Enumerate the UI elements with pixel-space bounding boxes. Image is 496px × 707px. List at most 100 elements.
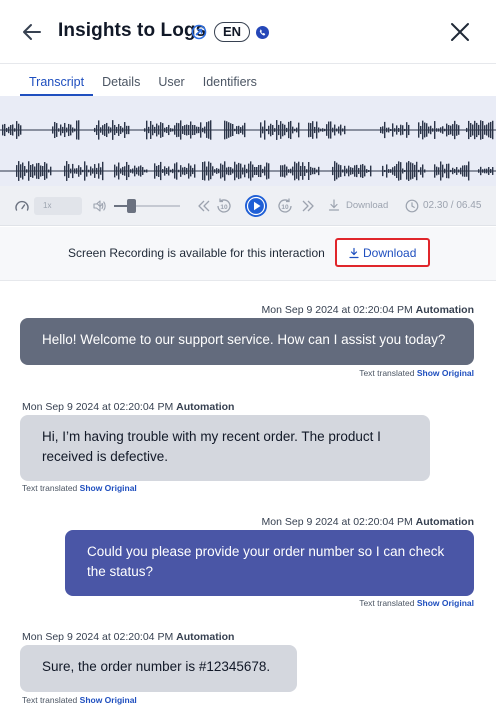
waveform-bar xyxy=(224,161,226,181)
waveform-bar xyxy=(46,163,48,179)
volume-slider-track[interactable] xyxy=(114,205,180,207)
waveform-bar xyxy=(488,167,490,175)
waveform-bar xyxy=(478,169,480,173)
forward-10-icon[interactable]: 10 xyxy=(275,196,295,216)
show-original-link[interactable]: Show Original xyxy=(80,695,137,705)
waveform-bar xyxy=(482,121,484,139)
skip-back-chevrons-icon[interactable] xyxy=(196,198,212,214)
waveform-bar xyxy=(262,126,264,134)
waveform-bar xyxy=(210,162,212,180)
waveform-bar xyxy=(66,127,68,133)
waveform-bar xyxy=(196,126,198,134)
waveform-bar xyxy=(162,169,164,173)
tab-identifiers[interactable]: Identifiers xyxy=(194,68,266,96)
waveform-bar xyxy=(320,128,322,132)
waveform-bar xyxy=(18,123,20,137)
waveform-bar xyxy=(138,166,140,176)
waveform-bar xyxy=(42,166,44,176)
waveform-bar xyxy=(198,126,200,134)
waveform-bar xyxy=(74,128,76,132)
waveform-bar xyxy=(450,125,452,135)
waveform-bar xyxy=(468,161,470,181)
close-icon[interactable] xyxy=(448,20,472,44)
waveform-bar xyxy=(232,168,234,174)
tab-details[interactable]: Details xyxy=(93,68,149,96)
waveform-bar xyxy=(236,164,238,178)
waveform-bar xyxy=(428,126,430,134)
waveform-bar xyxy=(336,128,338,132)
waveform-bar xyxy=(454,120,456,140)
tab-user[interactable]: User xyxy=(149,68,193,96)
waveform-bar xyxy=(278,124,280,136)
download-icon[interactable] xyxy=(328,199,340,211)
waveform-graphic[interactable] xyxy=(0,96,496,186)
waveform-bar xyxy=(254,166,256,176)
show-original-link[interactable]: Show Original xyxy=(417,598,474,608)
message-sender: Automation xyxy=(176,401,235,413)
playback-speed-select[interactable]: 1x xyxy=(34,197,104,215)
waveform-bar xyxy=(126,125,128,135)
waveform-bar xyxy=(172,168,174,174)
tab-transcript[interactable]: Transcript xyxy=(20,68,94,96)
show-original-link[interactable]: Show Original xyxy=(417,368,474,378)
message-meta: Mon Sep 9 2024 at 02:20:04 PM Automation xyxy=(262,304,474,316)
waveform-bar xyxy=(164,127,166,133)
waveform-bar xyxy=(404,128,406,132)
rewind-10-icon[interactable]: 10 xyxy=(214,196,234,216)
waveform-bar xyxy=(104,124,106,136)
player-download-label[interactable]: Download xyxy=(346,200,388,211)
waveform-bar xyxy=(300,165,302,177)
waveform-bar xyxy=(240,163,242,179)
waveform-bar xyxy=(184,166,186,176)
waveform-bar xyxy=(306,169,308,173)
waveform-bar xyxy=(78,120,80,140)
waveform-bar xyxy=(232,124,234,136)
waveform-bar xyxy=(92,168,94,174)
waveform-bar xyxy=(180,165,182,177)
waveform-bar xyxy=(284,124,286,136)
waveform-bar xyxy=(146,169,148,173)
waveform-bar xyxy=(162,123,164,137)
waveform-bar xyxy=(396,125,398,135)
waveform-bar xyxy=(32,164,34,178)
skip-forward-chevrons-icon[interactable] xyxy=(300,198,316,214)
waveform-bar xyxy=(446,123,448,137)
waveform-bar xyxy=(250,161,252,181)
arrow-left-icon[interactable] xyxy=(20,20,44,44)
waveform-bar xyxy=(86,165,88,177)
gauge-icon[interactable] xyxy=(14,198,30,214)
waveform-bar xyxy=(144,128,146,132)
waveform-bar xyxy=(438,128,440,132)
waveform-bar xyxy=(352,167,354,175)
waveform-bar xyxy=(114,124,116,136)
waveform-bar xyxy=(236,126,238,134)
waveform-bar xyxy=(64,165,66,177)
waveform-bar xyxy=(8,126,10,134)
waveform-bar xyxy=(234,128,236,132)
translation-label: Text translated xyxy=(359,368,415,378)
waveform-bar xyxy=(156,123,158,137)
waveform-bar xyxy=(240,127,242,133)
speaker-icon[interactable] xyxy=(92,199,106,213)
waveform-bar xyxy=(330,121,332,139)
waveform-bar xyxy=(142,167,144,175)
waveform-bar xyxy=(350,167,352,175)
waveform-bar xyxy=(442,126,444,134)
show-original-link[interactable]: Show Original xyxy=(80,483,137,493)
message-sender: Automation xyxy=(415,304,474,316)
waveform-bar xyxy=(478,124,480,136)
waveform-bar xyxy=(12,124,14,136)
waveform-bar xyxy=(84,161,86,181)
play-icon[interactable] xyxy=(244,194,268,218)
waveform-bar xyxy=(408,124,410,136)
waveform-bar xyxy=(124,122,126,138)
recording-download-label[interactable]: Download xyxy=(363,246,416,260)
waveform-bar xyxy=(6,127,8,133)
volume-slider-handle[interactable] xyxy=(127,199,136,213)
external-link-icon[interactable] xyxy=(191,24,207,40)
waveform-bar xyxy=(292,166,294,176)
audio-waveform[interactable] xyxy=(0,96,496,186)
waveform-bar xyxy=(178,169,180,173)
waveform-bar xyxy=(268,163,270,179)
waveform-bar xyxy=(202,127,204,133)
